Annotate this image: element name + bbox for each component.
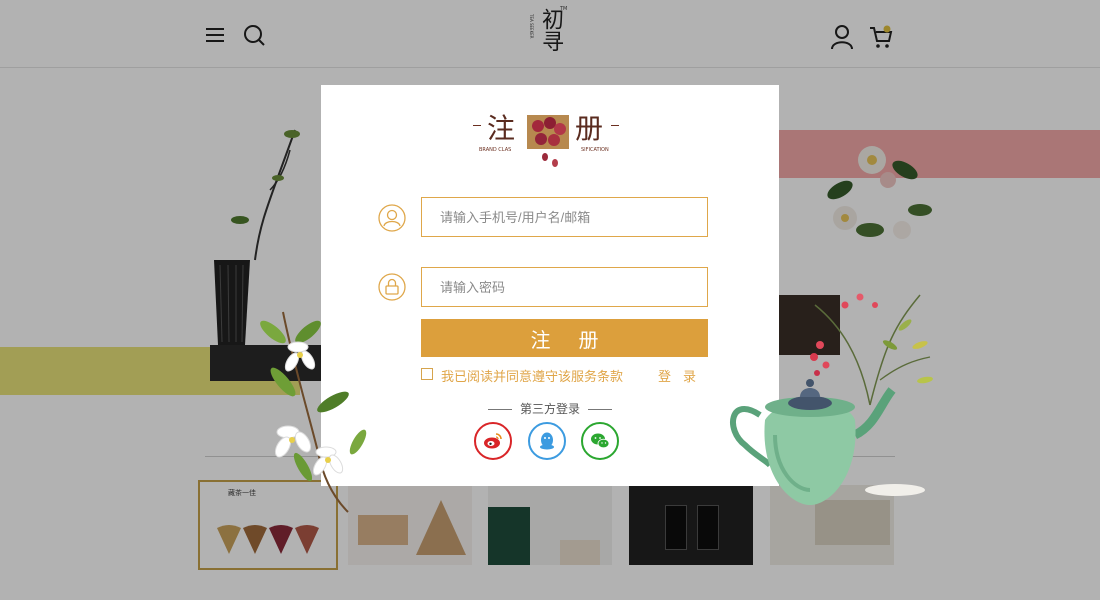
jasmine-flower [284, 341, 316, 372]
third-party-heading: 第三方登录 [321, 400, 779, 417]
register-logo: 注 册 BRAND CLAS SIFICATION [471, 105, 631, 175]
logo-dash-left [473, 125, 481, 126]
dash-left [487, 409, 512, 410]
register-logo-sub-left: BRAND CLAS [479, 147, 512, 153]
username-input[interactable] [421, 197, 708, 237]
agreement-row: 我已阅读并同意遵守该服务条款 登录 [421, 366, 708, 385]
qq-icon [540, 432, 554, 450]
register-logo-left-char: 注 [487, 112, 516, 145]
agree-checkbox[interactable] [421, 368, 433, 380]
wechat-icon [591, 433, 610, 449]
register-logo-right-char: 册 [575, 112, 604, 145]
jasmine-flower [274, 425, 312, 458]
lock-icon [378, 273, 406, 301]
register-button[interactable]: 注册 [421, 319, 708, 357]
rose-tea-icon [527, 115, 569, 167]
jasmine-branch-illustration [260, 311, 367, 513]
password-input[interactable] [421, 267, 708, 307]
logo-dash-right [611, 125, 619, 126]
third-party-label: 第三方登录 [519, 402, 580, 416]
login-link[interactable]: 登录 [658, 366, 708, 385]
dash-right [588, 409, 612, 410]
teapot-illustration [730, 293, 933, 505]
register-modal: 注 册 BRAND CLAS SIFICATION 注册 我已阅读并同意遵守该服… [321, 85, 779, 486]
agree-label[interactable]: 我已阅读并同意遵守该服务条款 [441, 366, 623, 385]
qq-login-button[interactable] [528, 422, 566, 460]
weibo-icon [484, 433, 502, 449]
wechat-login-button[interactable] [581, 422, 619, 460]
user-icon [378, 204, 406, 232]
weibo-login-button[interactable] [474, 422, 512, 460]
jasmine-flower [312, 446, 344, 476]
register-logo-sub-right: SIFICATION [581, 147, 609, 153]
